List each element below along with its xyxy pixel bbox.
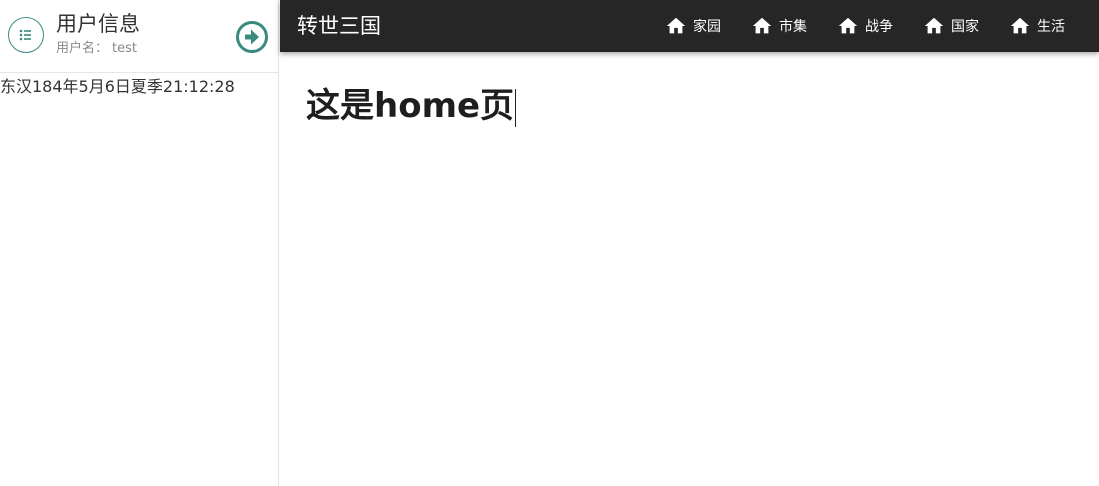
home-icon bbox=[1010, 17, 1030, 34]
logout-button[interactable] bbox=[234, 19, 269, 54]
user-info-header: 用户信息 用户名： test bbox=[0, 0, 278, 73]
nav-item-life[interactable]: 生活 bbox=[1009, 15, 1065, 37]
home-icon bbox=[752, 17, 772, 34]
nav-item-market[interactable]: 市集 bbox=[751, 15, 807, 37]
sidebar: 用户信息 用户名： test 东汉184年5月6日夏季21:12:28 bbox=[0, 0, 279, 486]
top-navbar: 转世三国 家园 市集 战争 国家 生活 bbox=[280, 0, 1099, 52]
list-icon bbox=[19, 29, 31, 41]
nav-label: 战争 bbox=[865, 19, 893, 35]
home-icon bbox=[838, 17, 858, 34]
nav-item-war[interactable]: 战争 bbox=[837, 15, 893, 37]
nav-menu: 家园 市集 战争 国家 生活 bbox=[635, 0, 1065, 52]
username-line: 用户名： test bbox=[56, 40, 137, 58]
app-brand[interactable]: 转世三国 bbox=[297, 12, 381, 40]
username-label: 用户名： bbox=[56, 41, 109, 56]
nav-label: 国家 bbox=[951, 19, 979, 35]
arrow-right-circle-icon bbox=[235, 20, 268, 53]
nav-label: 生活 bbox=[1037, 19, 1065, 35]
nav-label: 家园 bbox=[693, 19, 721, 35]
page-title: 这是home页 bbox=[306, 84, 517, 128]
username-value: test bbox=[112, 41, 137, 56]
nav-item-home[interactable]: 家园 bbox=[665, 15, 721, 37]
nav-item-country[interactable]: 国家 bbox=[923, 15, 979, 37]
page-title-text: 这是home页 bbox=[306, 86, 515, 126]
nav-label: 市集 bbox=[779, 19, 807, 35]
home-icon bbox=[924, 17, 944, 34]
text-caret bbox=[515, 88, 517, 127]
game-time: 东汉184年5月6日夏季21:12:28 bbox=[0, 77, 235, 96]
home-icon bbox=[666, 17, 686, 34]
menu-button[interactable] bbox=[8, 17, 44, 53]
user-info-title: 用户信息 bbox=[56, 12, 140, 36]
